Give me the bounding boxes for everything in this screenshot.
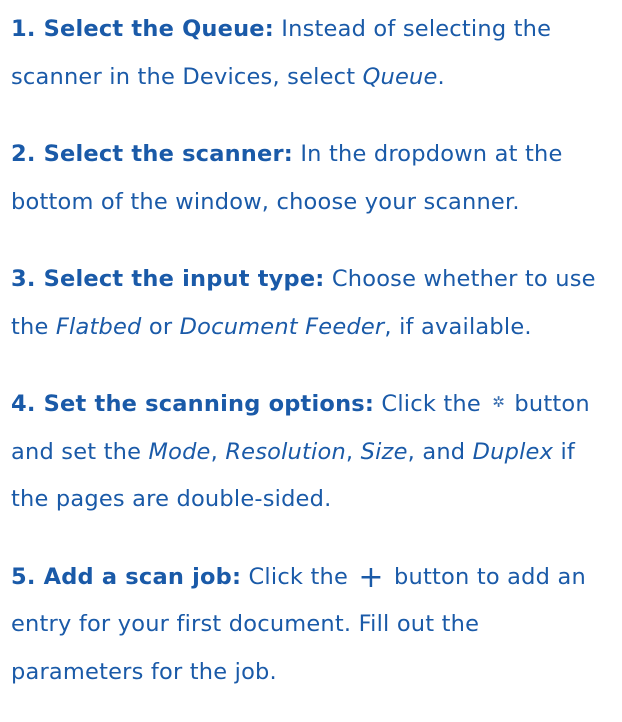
step-text-emphasis: Flatbed: [55, 313, 142, 340]
step-text-emphasis: Resolution: [225, 438, 346, 465]
step-text-emphasis: Document Feeder: [179, 313, 385, 340]
step-text: ,: [345, 438, 361, 465]
step-title: 1. Select the Queue:: [11, 16, 274, 42]
step-text: Click the: [241, 563, 356, 590]
step-text: , and: [407, 438, 473, 465]
step-text-emphasis: Queue: [362, 63, 438, 90]
instruction-steps: 1. Select the Queue: Instead of selectin…: [11, 0, 617, 696]
step-select-input-type: 3. Select the input type: Choose whether…: [11, 256, 617, 351]
step-title: 5. Add a scan job:: [11, 563, 242, 590]
step-title: 2. Select the scanner:: [11, 141, 293, 167]
step-set-scanning-options: 4. Set the scanning options: Click the ✲…: [11, 381, 617, 524]
plus-icon: +: [358, 559, 384, 595]
step-text: , if available.: [384, 313, 532, 340]
step-text-emphasis: Duplex: [472, 438, 554, 465]
step-select-queue: 1. Select the Queue: Instead of selectin…: [11, 6, 617, 101]
step-text-emphasis: Mode: [148, 438, 211, 465]
step-select-scanner: 2. Select the scanner: In the dropdown a…: [11, 131, 617, 226]
gear-icon: ✲: [492, 393, 506, 411]
step-text: .: [437, 63, 445, 90]
step-add-scan-job: 5. Add a scan job: Click the + button to…: [11, 554, 617, 697]
step-text-emphasis: Size: [360, 438, 408, 465]
step-text: Click the: [374, 391, 489, 417]
step-title: 3. Select the input type:: [11, 266, 325, 292]
step-title: 4. Set the scanning options:: [11, 391, 375, 417]
step-text: or: [141, 313, 180, 340]
step-text: ,: [210, 438, 226, 465]
